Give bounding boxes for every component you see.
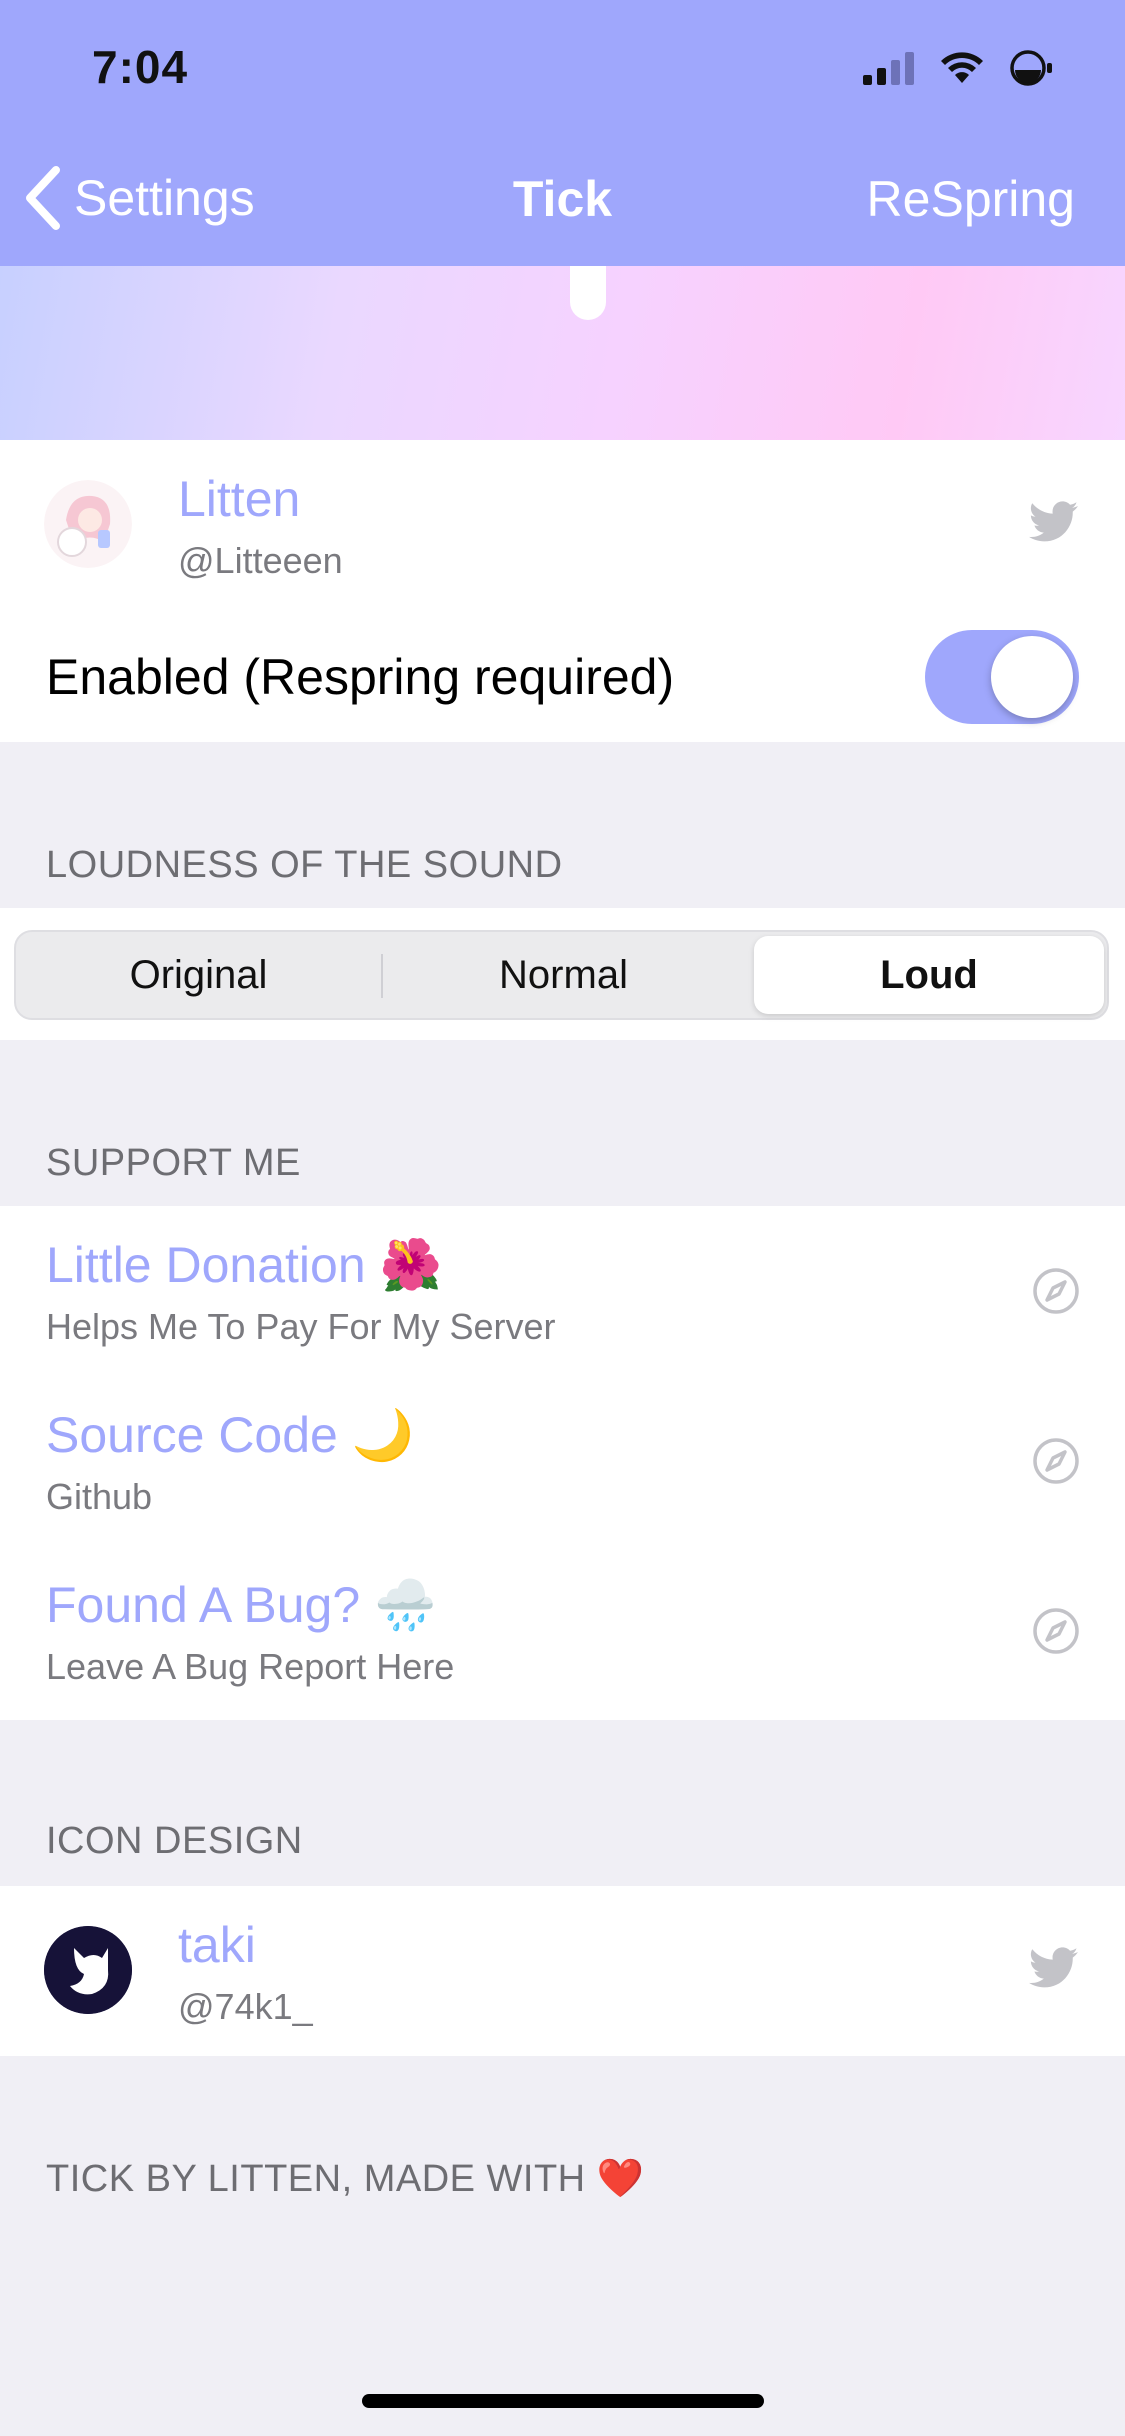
list-item-bug-report[interactable]: Found A Bug? 🌧️ Leave A Bug Report Here [0, 1546, 1125, 1716]
loudness-segmented-control: Original Normal Loud [14, 930, 1109, 1020]
donation-title: Little Donation 🌺 [46, 1236, 442, 1294]
compass-icon [1033, 1438, 1079, 1484]
low-power-battery-icon [1010, 50, 1052, 86]
compass-icon [1033, 1268, 1079, 1314]
crescent-moon-icon: 🌙 [351, 1406, 415, 1464]
bug-report-subtitle: Leave A Bug Report Here [46, 1646, 455, 1687]
litten-avatar [44, 480, 132, 568]
twitter-icon [1029, 1947, 1078, 1988]
footer-text: TICK BY LITTEN, MADE WITH ❤️ [46, 2156, 645, 2200]
icon-design-section: taki @74k1_ [0, 1886, 1125, 2056]
rain-cloud-icon: 🌧️ [374, 1576, 437, 1634]
status-time: 7:04 [92, 41, 189, 93]
status-icons [861, 48, 1057, 88]
bug-report-title: Found A Bug? 🌧️ [46, 1576, 437, 1634]
segment-loud-selected[interactable]: Loud [754, 936, 1104, 1014]
respring-button[interactable]: ReSpring [867, 170, 1075, 228]
toggle-knob [991, 636, 1073, 718]
source-code-subtitle: Github [46, 1476, 153, 1517]
icon-design-header: ICON DESIGN [46, 1820, 303, 1862]
navigation-bar: 7:04 Settings Tick ReSpring [0, 0, 1125, 266]
designer-name: taki [178, 1917, 256, 1973]
enabled-toggle[interactable] [925, 630, 1079, 724]
author-name: Litten [178, 471, 301, 527]
support-section: Little Donation 🌺 Helps Me To Pay For My… [0, 1206, 1125, 1720]
designer-handle: @74k1_ [178, 1986, 313, 2027]
wifi-icon [941, 52, 983, 83]
support-header: SUPPORT ME [46, 1142, 301, 1184]
author-handle: @Litteeen [178, 540, 343, 581]
source-code-title: Source Code 🌙 [46, 1406, 415, 1464]
designer-row[interactable]: taki @74k1_ [0, 1886, 1125, 2056]
heart-icon: ❤️ [596, 2156, 645, 2200]
header-banner [0, 266, 1125, 440]
cellular-signal-icon [863, 52, 914, 85]
segment-normal[interactable]: Normal [381, 932, 746, 1018]
loudness-header: LOUDNESS OF THE SOUND [46, 844, 563, 886]
enabled-label: Enabled (Respring required) [46, 649, 675, 705]
taki-avatar [44, 1926, 132, 2014]
segment-original[interactable]: Original [16, 932, 381, 1018]
list-item-source-code[interactable]: Source Code 🌙 Github [0, 1376, 1125, 1546]
list-item-donation[interactable]: Little Donation 🌺 Helps Me To Pay For My… [0, 1206, 1125, 1376]
twitter-icon [1029, 501, 1078, 542]
compass-icon [1033, 1608, 1079, 1654]
author-row[interactable]: Litten @Litteeen [0, 440, 1125, 610]
home-indicator[interactable] [362, 2394, 764, 2408]
hibiscus-icon: 🌺 [379, 1236, 442, 1294]
banner-handle [570, 266, 606, 320]
donation-subtitle: Helps Me To Pay For My Server [46, 1306, 556, 1347]
